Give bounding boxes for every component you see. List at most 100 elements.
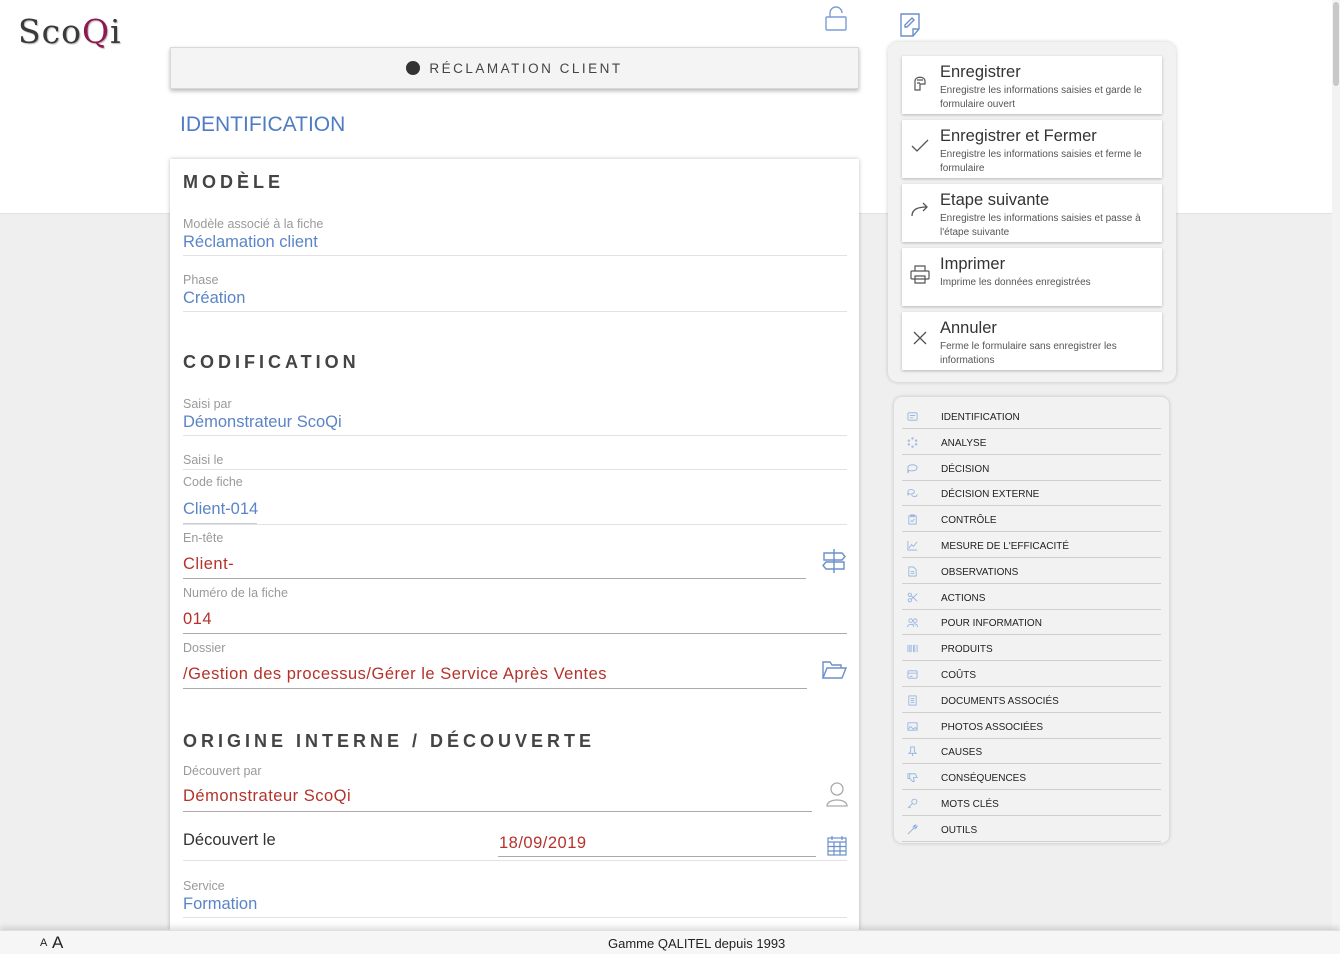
nav-item-outils[interactable]: OUTILS bbox=[902, 818, 1161, 842]
dossier-field[interactable]: Dossier /Gestion des processus/Gérer le … bbox=[183, 641, 607, 685]
edit-note-icon[interactable] bbox=[898, 12, 922, 38]
user-icon[interactable] bbox=[826, 781, 848, 807]
save-button[interactable]: Enregistrer Enregistre les informations … bbox=[902, 56, 1162, 114]
status-dot bbox=[406, 61, 421, 75]
lock-icon[interactable] bbox=[824, 6, 848, 32]
cancel-button[interactable]: Annuler Ferme le formulaire sans enregis… bbox=[902, 312, 1162, 370]
thumbs-down-icon bbox=[907, 773, 918, 783]
model-field[interactable]: Modèle associé à la fiche Réclamation cl… bbox=[183, 217, 323, 253]
key-icon bbox=[907, 798, 918, 809]
dossier-label: Dossier bbox=[183, 641, 226, 655]
decouvert-par-value: Démonstrateur ScoQi bbox=[183, 787, 352, 805]
nav-item-mots-clés[interactable]: MOTS CLÉS bbox=[902, 792, 1161, 816]
next-step-button[interactable]: Etape suivante Enregistre les informatio… bbox=[902, 184, 1162, 242]
saisi-par-field[interactable]: Saisi par Démonstrateur ScoQi bbox=[183, 397, 342, 433]
saisi-par-value: Démonstrateur ScoQi bbox=[183, 413, 342, 431]
saisi-le-field[interactable]: Saisi le bbox=[183, 453, 223, 467]
nav-item-label: OUTILS bbox=[941, 824, 978, 836]
save-close-button[interactable]: Enregistrer et Fermer Enregistre les inf… bbox=[902, 120, 1162, 178]
nav-item-photos-associées[interactable]: PHOTOS ASSOCIÉES bbox=[902, 715, 1161, 739]
phase-label: Phase bbox=[183, 273, 219, 287]
entete-field[interactable]: En-tête Client- bbox=[183, 531, 234, 575]
code-fiche-field[interactable]: Code fiche Client-014 bbox=[183, 475, 258, 520]
check-icon bbox=[911, 139, 929, 152]
saisi-par-label: Saisi par bbox=[183, 397, 232, 411]
nav-item-label: DÉCISION bbox=[941, 463, 990, 475]
phase-field[interactable]: Phase Création bbox=[183, 273, 245, 309]
date-underline bbox=[498, 856, 816, 857]
scrollbar-thumb[interactable] bbox=[1333, 2, 1339, 86]
numero-label: Numéro de la fiche bbox=[183, 586, 288, 600]
cancel-title: Annuler bbox=[940, 319, 997, 337]
image-icon bbox=[907, 722, 918, 731]
id-card-icon bbox=[907, 412, 918, 421]
nav-item-analyse[interactable]: ANALYSE bbox=[902, 431, 1161, 455]
footer: A A Gamme QALITEL depuis 1993 bbox=[0, 930, 1340, 954]
nav-item-mesure-de-l-efficacité[interactable]: MESURE DE L'EFFICACITÉ bbox=[902, 534, 1161, 558]
file-icon bbox=[908, 695, 917, 706]
footer-text: Gamme QALITEL depuis 1993 bbox=[608, 936, 786, 951]
clipboard-check-icon bbox=[908, 514, 917, 525]
nav-item-conséquences[interactable]: CONSÉQUENCES bbox=[902, 766, 1161, 791]
printer-icon bbox=[910, 265, 930, 284]
code-fiche-label: Code fiche bbox=[183, 475, 243, 489]
chat-bubbles-icon bbox=[907, 489, 918, 498]
decouvert-par-field[interactable]: Découvert par Démonstrateur ScoQi bbox=[183, 764, 351, 807]
nav-item-produits[interactable]: PRODUITS bbox=[902, 637, 1161, 662]
numero-value: 014 bbox=[183, 610, 213, 628]
nav-item-label: ANALYSE bbox=[941, 437, 987, 449]
print-title: Imprimer bbox=[940, 255, 1006, 273]
nav-item-label: ACTIONS bbox=[941, 592, 986, 604]
credit-card-icon bbox=[907, 670, 918, 679]
form-card: MODÈLE Modèle associé à la fiche Réclama… bbox=[170, 159, 859, 930]
nav-item-pour-information[interactable]: POUR INFORMATION bbox=[902, 611, 1161, 636]
dossier-value: /Gestion des processus/Gérer le Service … bbox=[183, 665, 608, 683]
divider bbox=[183, 255, 847, 256]
numero-field[interactable]: Numéro de la fiche 014 bbox=[183, 586, 288, 630]
nav-item-label: IDENTIFICATION bbox=[941, 412, 1020, 423]
save-title: Enregistrer bbox=[940, 63, 1021, 81]
service-label: Service bbox=[183, 879, 225, 893]
phase-value: Création bbox=[183, 289, 246, 307]
divider bbox=[183, 860, 847, 861]
scissors-icon bbox=[907, 592, 918, 602]
spinner-icon bbox=[907, 437, 918, 448]
nav-item-observations[interactable]: OBSERVATIONS bbox=[902, 560, 1161, 584]
section-nav: IDENTIFICATION ANALYSE DÉCISION DÉCISION EX… bbox=[894, 397, 1169, 843]
calendar-icon[interactable] bbox=[827, 835, 847, 856]
service-field[interactable]: Service Formation bbox=[183, 879, 257, 915]
font-size-small-button[interactable]: A bbox=[40, 937, 47, 949]
nav-item-décision[interactable]: DÉCISION bbox=[902, 457, 1161, 481]
nav-item-documents-associés[interactable]: DOCUMENTS ASSOCIÉS bbox=[902, 689, 1161, 713]
print-button[interactable]: Imprimer Imprime les données enregistrée… bbox=[902, 248, 1162, 306]
form-title: RÉCLAMATION CLIENT bbox=[429, 60, 623, 76]
save-close-title: Enregistrer et Fermer bbox=[940, 127, 1097, 145]
nav-item-actions[interactable]: ACTIONS bbox=[902, 586, 1161, 610]
nav-item-contrôle[interactable]: CONTRÔLE bbox=[902, 508, 1161, 533]
nav-item-label: MESURE DE L'EFFICACITÉ bbox=[941, 541, 1070, 552]
nav-item-coûts[interactable]: COÛTS bbox=[902, 663, 1161, 687]
nav-item-label: CONSÉQUENCES bbox=[941, 773, 1027, 785]
dossier-underline bbox=[183, 688, 807, 689]
decouvert-le-value[interactable]: 18/09/2019 bbox=[499, 832, 587, 854]
modele-title: MODÈLE bbox=[183, 172, 285, 192]
users-icon bbox=[907, 618, 918, 628]
nav-item-décision-externe[interactable]: DÉCISION EXTERNE bbox=[902, 482, 1161, 507]
entete-value: Client- bbox=[183, 555, 235, 573]
actions-panel: Enregistrer Enregistre les informations … bbox=[888, 42, 1176, 382]
folder-open-icon[interactable] bbox=[821, 659, 847, 681]
nav-item-label: MOTS CLÉS bbox=[941, 799, 999, 810]
nav-item-label: DÉCISION EXTERNE bbox=[941, 489, 1040, 501]
model-label: Modèle associé à la fiche bbox=[183, 217, 324, 231]
speech-bubble-icon bbox=[907, 464, 918, 473]
service-value: Formation bbox=[183, 895, 258, 913]
saisi-le-label: Saisi le bbox=[183, 453, 224, 467]
signpost-icon[interactable] bbox=[822, 548, 846, 574]
code-fiche-value: Client-014 bbox=[183, 500, 259, 518]
font-size-large-button[interactable]: A bbox=[52, 933, 63, 953]
nav-item-causes[interactable]: CAUSES bbox=[902, 740, 1161, 765]
entete-label: En-tête bbox=[183, 531, 224, 545]
nav-item-identification[interactable]: IDENTIFICATION bbox=[902, 405, 1161, 429]
form-title-bar: RÉCLAMATION CLIENT bbox=[170, 47, 859, 89]
page-scrollbar[interactable] bbox=[1332, 0, 1340, 930]
